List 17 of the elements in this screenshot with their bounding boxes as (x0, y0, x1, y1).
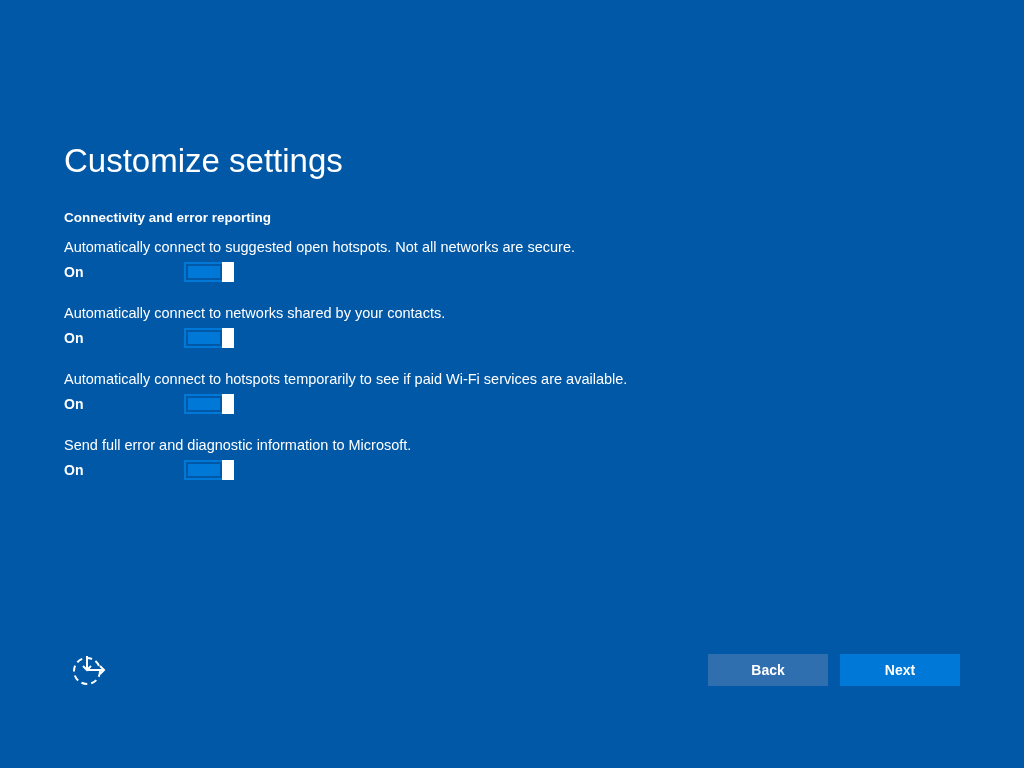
setting-description: Automatically connect to suggested open hotspots. Not all networks are secure. (64, 238, 576, 256)
toggle-state-label: On (64, 264, 85, 280)
setting-description: Automatically connect to hotspots temporarily to see if paid Wi-Fi services are available. (64, 370, 629, 388)
wizard-button[interactable]: Back (708, 654, 828, 686)
wizard-button[interactable]: Next (840, 654, 960, 686)
toggle-switch[interactable] (184, 394, 234, 414)
setting-description: Send full error and diagnostic information to Microsoft. (64, 436, 413, 454)
toggle-state-label: On (64, 396, 85, 412)
toggle-state-label: On (64, 462, 85, 478)
toggle-switch[interactable] (184, 262, 234, 282)
ease-of-access-icon[interactable] (72, 654, 106, 686)
section-heading: Connectivity and error reporting (64, 210, 273, 225)
toggle-switch[interactable] (184, 460, 234, 480)
toggle-switch[interactable] (184, 328, 234, 348)
toggle-state-label: On (64, 330, 85, 346)
page-title: Customize settings (64, 141, 344, 181)
setting-description: Automatically connect to networks shared by your contacts. (64, 304, 447, 322)
